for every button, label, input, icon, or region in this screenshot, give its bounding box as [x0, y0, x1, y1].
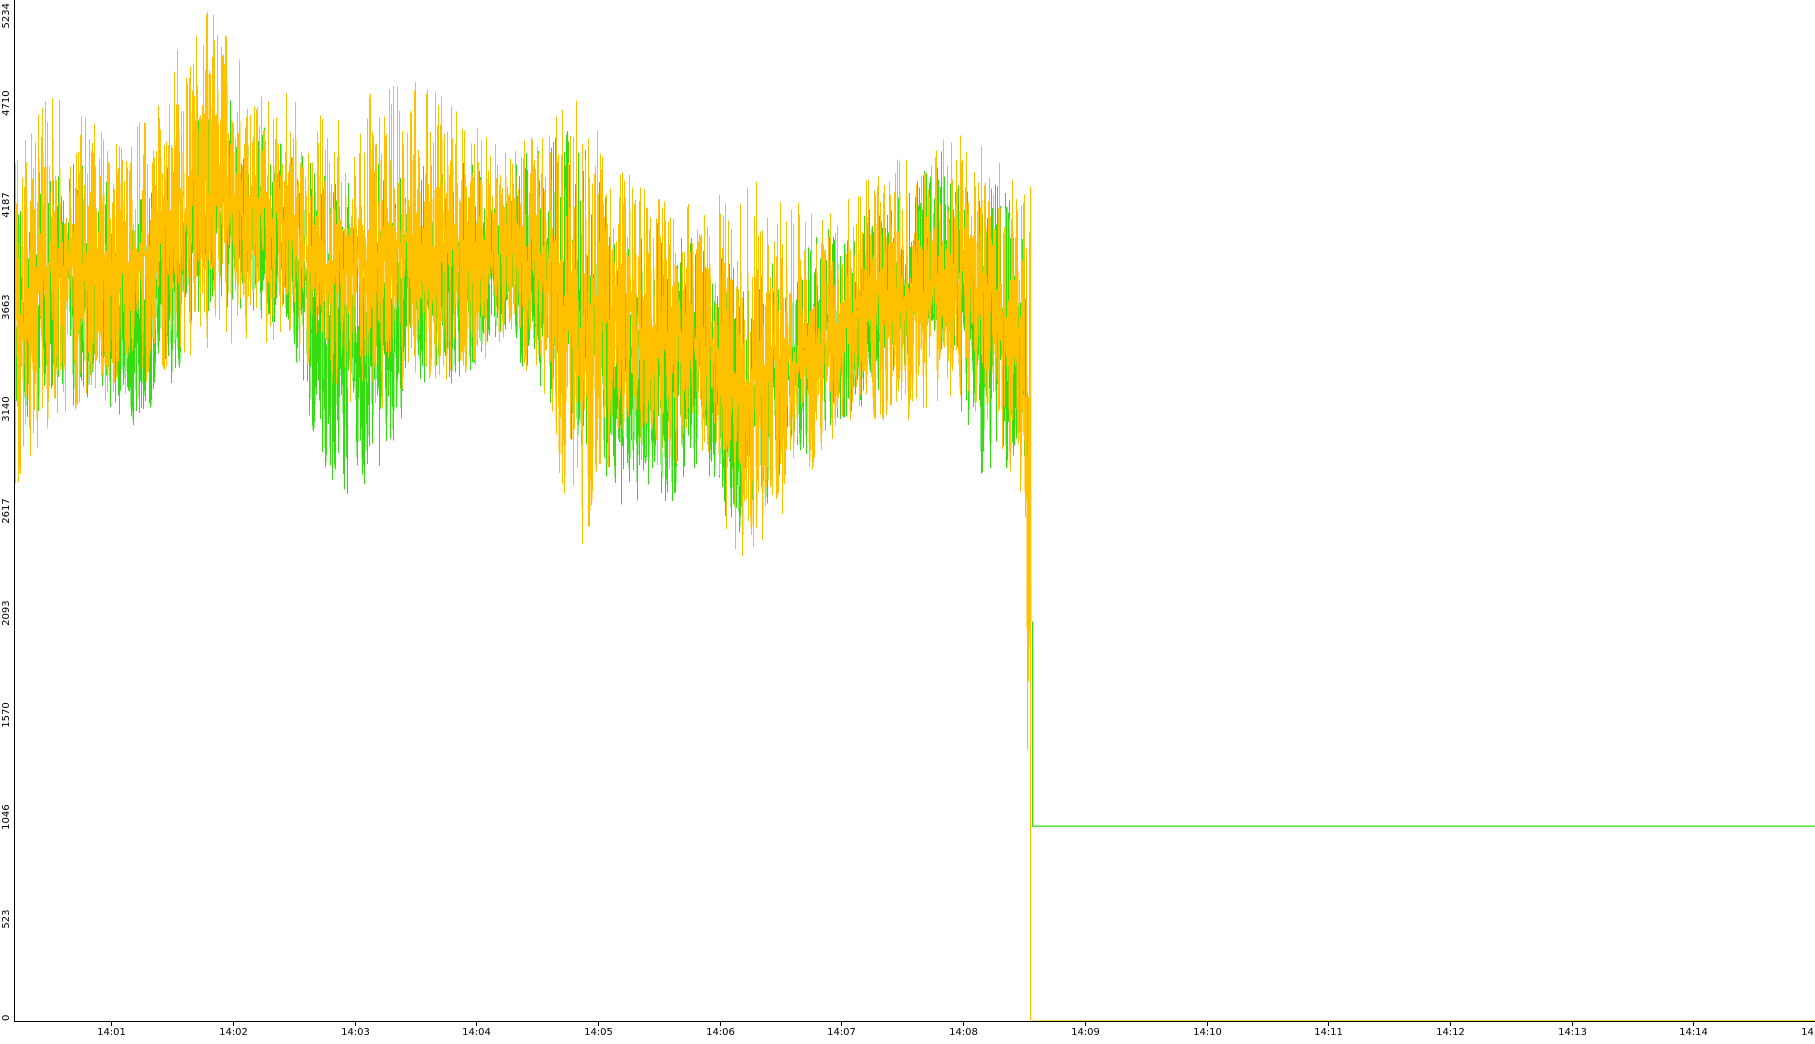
x-tick-label: 14:08 — [949, 1027, 978, 1038]
x-axis-ticks: 14:01 14:02 14:03 14:04 14:05 14:06 14:07 14:08… — [97, 1022, 1815, 1038]
x-tick-label: 14:05 — [584, 1027, 613, 1038]
x-tick-label: 14:02 — [219, 1027, 248, 1038]
y-tick-label: 3140 — [1, 396, 12, 421]
y-tick-label: 1570 — [1, 702, 12, 727]
y-tick-label: 2617 — [1, 498, 12, 523]
y-tick-label: 4187 — [1, 192, 12, 217]
x-tick-label: 14:04 — [462, 1027, 491, 1038]
x-tick-label: 14:03 — [341, 1027, 370, 1038]
series-tail — [1031, 187, 1815, 1021]
x-tick-label: 14:09 — [1071, 1027, 1100, 1038]
chart-svg: 0 523 1046 1570 2093 2617 3140 3663 4187 4710 5234… — [0, 0, 1815, 1039]
series-layer — [15, 11, 1815, 1021]
x-tick-label: 14:10 — [1193, 1027, 1222, 1038]
y-tick-label: 3663 — [1, 294, 12, 319]
x-tick-label: 14:06 — [706, 1027, 735, 1038]
x-tick-label: 14:11 — [1314, 1027, 1343, 1038]
series-tail — [1031, 583, 1815, 827]
y-tick-label: 0 — [1, 1015, 12, 1021]
chart-area: 0 523 1046 1570 2093 2617 3140 3663 4187 4710 5234… — [0, 0, 1815, 1039]
x-tick-label: 14:13 — [1558, 1027, 1587, 1038]
y-tick-label: 2093 — [1, 600, 12, 625]
y-tick-label: 523 — [1, 910, 12, 929]
y-axis-ticks: 0 523 1046 1570 2093 2617 3140 3663 4187 4710 5234 — [1, 3, 12, 1021]
x-tick-label: 14:14 — [1679, 1027, 1708, 1038]
x-tick-label: 14:07 — [827, 1027, 856, 1038]
y-tick-label: 4710 — [1, 90, 12, 115]
y-tick-label: 5234 — [1, 3, 12, 28]
y-tick-label: 1046 — [1, 804, 12, 829]
series-yellow — [15, 11, 1815, 1021]
x-tick-label: 14:15 — [1801, 1027, 1815, 1038]
x-tick-label: 14:12 — [1436, 1027, 1465, 1038]
x-tick-label: 14:01 — [97, 1027, 126, 1038]
